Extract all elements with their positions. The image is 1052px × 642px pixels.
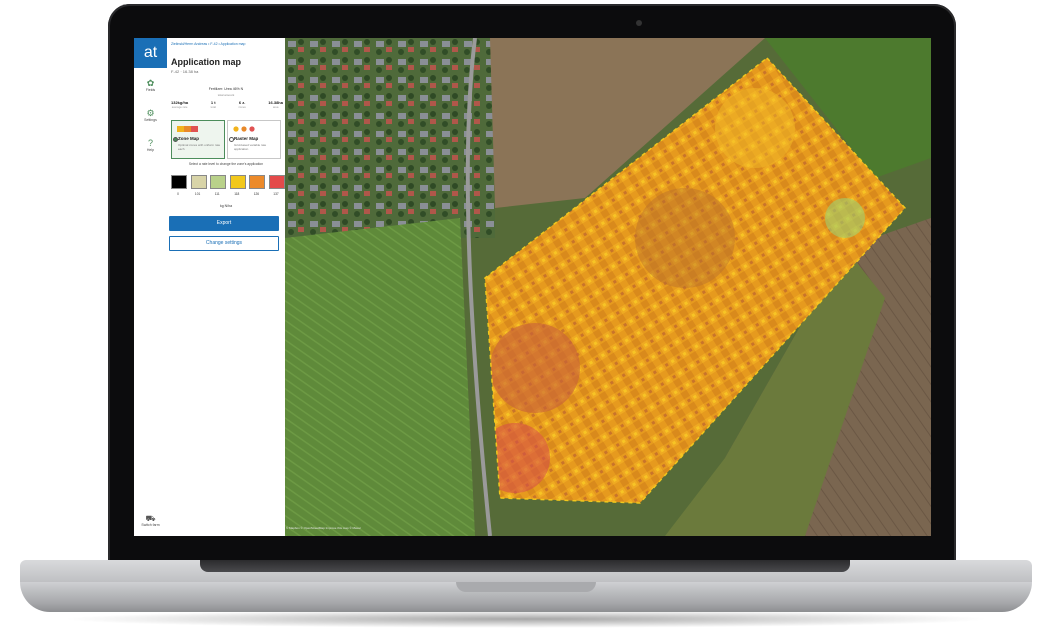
zone-map-option[interactable]: Zone Map Optimal zones with uniform rate… — [171, 120, 225, 159]
option-description: Grid-based variable rate application — [234, 143, 267, 151]
nav-label-fields: Fields — [145, 88, 156, 92]
sprout-icon: ✿ — [146, 78, 155, 88]
help-icon: ? — [147, 138, 153, 148]
rate-chip[interactable]: 126 — [249, 175, 266, 196]
stat-average-rate: 132kg/ha average rate — [171, 100, 188, 109]
rate-value: 137 — [273, 192, 279, 196]
rate-value: 118 — [234, 192, 240, 196]
rate-chip[interactable]: 118 — [229, 175, 246, 196]
option-title: Raster Map — [234, 136, 259, 141]
rate-color — [171, 175, 187, 189]
rate-value: 101 — [194, 192, 201, 196]
field-west — [285, 218, 475, 536]
nav-rail: at ✿ Fields ⚙ Settings ? Help ⛟ Switch f… — [134, 38, 168, 536]
page-subtitle: F-42 · 16.38 ha — [171, 69, 199, 74]
raster-map-option[interactable]: Raster Map Grid-based variable rate appl… — [227, 120, 281, 159]
gear-icon: ⚙ — [146, 108, 155, 118]
nav-item-help[interactable]: ? Help — [134, 138, 167, 153]
rate-chip[interactable]: 111 — [210, 175, 227, 196]
breadcrumb[interactable]: Zielinski/Herrn Andreas • F-42 • Applica… — [171, 42, 245, 46]
stat-label: area — [272, 105, 279, 109]
raster-map-dots-icon — [233, 126, 255, 132]
rate-chip[interactable]: 0 — [171, 175, 187, 196]
rate-chip[interactable]: 101 — [190, 175, 207, 196]
nav-item-settings[interactable]: ⚙ Settings — [134, 108, 167, 123]
option-title: Zone Map — [178, 136, 199, 141]
laptop-base — [20, 560, 1032, 620]
stats-row: 132kg/ha average rate 1 t total 6 z. zon… — [171, 100, 283, 109]
rate-value: 111 — [214, 192, 220, 196]
rate-color — [190, 175, 207, 189]
app-logo[interactable]: at — [134, 38, 167, 68]
change-settings-button[interactable]: Change settings — [169, 236, 279, 251]
stat-total: 1 t total — [211, 100, 216, 109]
rate-color — [210, 175, 227, 189]
stat-zones: 6 z. zones — [238, 100, 245, 109]
rate-chips: 0 101 111 118 126 137 — [171, 175, 285, 196]
option-description: Optimal zones with uniform rate each — [178, 143, 221, 151]
nav-label-settings: Settings — [144, 118, 157, 122]
map-attribution[interactable]: © Mapbox © OpenStreetMap Improve this ma… — [286, 526, 361, 530]
side-panel: Zielinski/Herrn Andreas • F-42 • Applica… — [167, 38, 286, 536]
app-screen: at ✿ Fields ⚙ Settings ? Help ⛟ Switch f… — [134, 38, 931, 536]
opening-notch — [456, 582, 596, 592]
rate-color — [229, 175, 246, 189]
camera — [636, 20, 642, 26]
rate-color — [249, 175, 266, 189]
zone-map-swatch-icon — [177, 126, 198, 132]
stats-subtitle: total amount — [217, 93, 235, 97]
rate-help-text: Select a rate level to change the zone's… — [188, 162, 264, 166]
nav-label-switch-farm: Switch farm — [141, 523, 160, 527]
rate-value: 126 — [253, 192, 260, 196]
rate-color — [268, 175, 285, 189]
nav-label-help: Help — [146, 148, 155, 152]
rate-unit: kg N/ha — [219, 204, 233, 208]
rate-chip[interactable]: 137 — [268, 175, 285, 196]
satellite-map[interactable] — [285, 38, 931, 536]
rate-value: 0 — [177, 192, 179, 196]
stat-label: total — [210, 105, 216, 109]
tractor-icon: ⛟ — [145, 514, 156, 523]
page-title: Application map — [171, 57, 242, 67]
nav-item-switch-farm[interactable]: ⛟ Switch farm — [134, 514, 167, 527]
stat-label: zones — [238, 105, 246, 109]
stat-label: average rate — [171, 105, 188, 109]
nav-item-fields[interactable]: ✿ Fields — [134, 78, 167, 93]
hinge — [200, 560, 850, 572]
export-button[interactable]: Export — [169, 216, 279, 231]
village-area — [285, 38, 495, 238]
stats-title: Fertilizer: Urea 46% N — [208, 87, 244, 91]
stat-area: 16.38ha area — [268, 100, 283, 109]
